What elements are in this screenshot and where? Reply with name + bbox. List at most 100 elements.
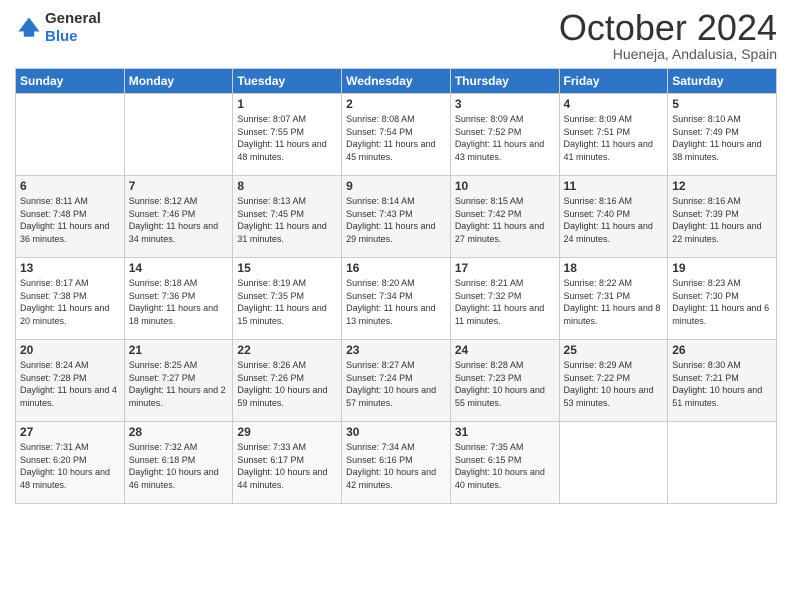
day-info: Sunrise: 8:30 AM Sunset: 7:21 PM Dayligh… — [672, 359, 772, 409]
calendar-cell: 26Sunrise: 8:30 AM Sunset: 7:21 PM Dayli… — [668, 340, 777, 422]
day-number: 17 — [455, 261, 555, 275]
day-number: 8 — [237, 179, 337, 193]
day-info: Sunrise: 8:21 AM Sunset: 7:32 PM Dayligh… — [455, 277, 555, 327]
calendar-cell: 27Sunrise: 7:31 AM Sunset: 6:20 PM Dayli… — [16, 422, 125, 504]
calendar-cell: 16 Sunrise: 8:20 AM Sunset: 7:34 PM Dayli… — [342, 258, 451, 340]
day-number: 21 — [129, 343, 229, 357]
day-number: 27 — [20, 425, 120, 439]
calendar-cell: 6Sunrise: 8:11 AM Sunset: 7:48 PM Daylig… — [16, 176, 125, 258]
week-row-1: 1 Sunrise: 8:07 AM Sunset: 7:55 PM Daylig… — [16, 94, 777, 176]
day-number: 16 — [346, 261, 446, 275]
month-title: October 2024 — [559, 10, 777, 46]
day-info: Sunrise: 8:07 AM Sunset: 7:55 PM Dayligh… — [237, 113, 337, 163]
day-info: Sunrise: 7:33 AM Sunset: 6:17 PM Dayligh… — [237, 441, 337, 491]
weekday-header-sunday: Sunday — [16, 69, 125, 94]
calendar-cell: 10 Sunrise: 8:15 AM Sunset: 7:42 PM Dayli… — [450, 176, 559, 258]
day-info: Sunrise: 8:17 AM Sunset: 7:38 PM Dayligh… — [20, 277, 120, 327]
calendar-cell: 22 Sunrise: 8:26 AM Sunset: 7:26 PM Dayli… — [233, 340, 342, 422]
week-row-5: 27Sunrise: 7:31 AM Sunset: 6:20 PM Dayli… — [16, 422, 777, 504]
day-info: Sunrise: 8:15 AM Sunset: 7:42 PM Dayligh… — [455, 195, 555, 245]
calendar-cell: 1 Sunrise: 8:07 AM Sunset: 7:55 PM Daylig… — [233, 94, 342, 176]
day-info: Sunrise: 8:11 AM Sunset: 7:48 PM Dayligh… — [20, 195, 120, 245]
location-subtitle: Hueneja, Andalusia, Spain — [559, 46, 777, 62]
calendar-cell: 12 Sunrise: 8:16 AM Sunset: 7:39 PM Dayli… — [668, 176, 777, 258]
calendar-cell — [124, 94, 233, 176]
day-number: 31 — [455, 425, 555, 439]
day-number: 9 — [346, 179, 446, 193]
day-info: Sunrise: 8:29 AM Sunset: 7:22 PM Dayligh… — [564, 359, 664, 409]
calendar-page: General Blue October 2024 Hueneja, Andal… — [0, 0, 792, 612]
calendar-cell: 25 Sunrise: 8:29 AM Sunset: 7:22 PM Dayli… — [559, 340, 668, 422]
calendar-cell: 20 Sunrise: 8:24 AM Sunset: 7:28 PM Dayli… — [16, 340, 125, 422]
day-info: Sunrise: 8:22 AM Sunset: 7:31 PM Dayligh… — [564, 277, 664, 327]
day-info: Sunrise: 8:18 AM Sunset: 7:36 PM Dayligh… — [129, 277, 229, 327]
day-number: 30 — [346, 425, 446, 439]
day-number: 25 — [564, 343, 664, 357]
day-info: Sunrise: 8:09 AM Sunset: 7:51 PM Dayligh… — [564, 113, 664, 163]
calendar-cell: 28Sunrise: 7:32 AM Sunset: 6:18 PM Dayli… — [124, 422, 233, 504]
logo: General Blue — [15, 10, 101, 46]
calendar-cell: 29 Sunrise: 7:33 AM Sunset: 6:17 PM Dayli… — [233, 422, 342, 504]
day-info: Sunrise: 8:12 AM Sunset: 7:46 PM Dayligh… — [129, 195, 229, 245]
day-number: 10 — [455, 179, 555, 193]
week-row-2: 6Sunrise: 8:11 AM Sunset: 7:48 PM Daylig… — [16, 176, 777, 258]
calendar-cell: 11Sunrise: 8:16 AM Sunset: 7:40 PM Dayli… — [559, 176, 668, 258]
calendar-cell: 14Sunrise: 8:18 AM Sunset: 7:36 PM Dayli… — [124, 258, 233, 340]
calendar-cell: 17 Sunrise: 8:21 AM Sunset: 7:32 PM Dayli… — [450, 258, 559, 340]
weekday-header-thursday: Thursday — [450, 69, 559, 94]
calendar-cell: 13 Sunrise: 8:17 AM Sunset: 7:38 PM Dayli… — [16, 258, 125, 340]
calendar-cell: 23 Sunrise: 8:27 AM Sunset: 7:24 PM Dayli… — [342, 340, 451, 422]
calendar-cell — [668, 422, 777, 504]
day-number: 28 — [129, 425, 229, 439]
calendar-table: SundayMondayTuesdayWednesdayThursdayFrid… — [15, 68, 777, 504]
calendar-cell: 9 Sunrise: 8:14 AM Sunset: 7:43 PM Daylig… — [342, 176, 451, 258]
day-number: 12 — [672, 179, 772, 193]
day-info: Sunrise: 8:16 AM Sunset: 7:39 PM Dayligh… — [672, 195, 772, 245]
calendar-cell: 15 Sunrise: 8:19 AM Sunset: 7:35 PM Dayli… — [233, 258, 342, 340]
calendar-cell — [16, 94, 125, 176]
day-info: Sunrise: 8:19 AM Sunset: 7:35 PM Dayligh… — [237, 277, 337, 327]
day-number: 7 — [129, 179, 229, 193]
day-number: 3 — [455, 97, 555, 111]
calendar-cell: 8Sunrise: 8:13 AM Sunset: 7:45 PM Daylig… — [233, 176, 342, 258]
day-number: 29 — [237, 425, 337, 439]
day-number: 19 — [672, 261, 772, 275]
day-number: 1 — [237, 97, 337, 111]
weekday-header-friday: Friday — [559, 69, 668, 94]
day-info: Sunrise: 8:24 AM Sunset: 7:28 PM Dayligh… — [20, 359, 120, 409]
header: General Blue October 2024 Hueneja, Andal… — [15, 10, 777, 62]
weekday-header-wednesday: Wednesday — [342, 69, 451, 94]
calendar-cell — [559, 422, 668, 504]
day-info: Sunrise: 8:28 AM Sunset: 7:23 PM Dayligh… — [455, 359, 555, 409]
day-number: 11 — [564, 179, 664, 193]
day-number: 20 — [20, 343, 120, 357]
day-number: 18 — [564, 261, 664, 275]
calendar-cell: 30 Sunrise: 7:34 AM Sunset: 6:16 PM Dayli… — [342, 422, 451, 504]
calendar-cell: 4 Sunrise: 8:09 AM Sunset: 7:51 PM Daylig… — [559, 94, 668, 176]
day-number: 23 — [346, 343, 446, 357]
day-info: Sunrise: 7:34 AM Sunset: 6:16 PM Dayligh… — [346, 441, 446, 491]
logo-icon — [15, 14, 43, 42]
calendar-cell: 7 Sunrise: 8:12 AM Sunset: 7:46 PM Daylig… — [124, 176, 233, 258]
day-info: Sunrise: 8:27 AM Sunset: 7:24 PM Dayligh… — [346, 359, 446, 409]
calendar-cell: 2Sunrise: 8:08 AM Sunset: 7:54 PM Daylig… — [342, 94, 451, 176]
day-number: 22 — [237, 343, 337, 357]
day-info: Sunrise: 8:20 AM Sunset: 7:34 PM Dayligh… — [346, 277, 446, 327]
weekday-header-monday: Monday — [124, 69, 233, 94]
calendar-cell: 5 Sunrise: 8:10 AM Sunset: 7:49 PM Daylig… — [668, 94, 777, 176]
day-info: Sunrise: 8:26 AM Sunset: 7:26 PM Dayligh… — [237, 359, 337, 409]
logo-text: General Blue — [45, 10, 101, 46]
day-number: 15 — [237, 261, 337, 275]
day-number: 2 — [346, 97, 446, 111]
day-number: 13 — [20, 261, 120, 275]
calendar-cell: 24Sunrise: 8:28 AM Sunset: 7:23 PM Dayli… — [450, 340, 559, 422]
day-number: 5 — [672, 97, 772, 111]
day-number: 4 — [564, 97, 664, 111]
weekday-header-tuesday: Tuesday — [233, 69, 342, 94]
day-info: Sunrise: 8:09 AM Sunset: 7:52 PM Dayligh… — [455, 113, 555, 163]
calendar-cell: 31Sunrise: 7:35 AM Sunset: 6:15 PM Dayli… — [450, 422, 559, 504]
day-info: Sunrise: 8:23 AM Sunset: 7:30 PM Dayligh… — [672, 277, 772, 327]
day-info: Sunrise: 8:10 AM Sunset: 7:49 PM Dayligh… — [672, 113, 772, 163]
day-info: Sunrise: 8:14 AM Sunset: 7:43 PM Dayligh… — [346, 195, 446, 245]
day-info: Sunrise: 8:25 AM Sunset: 7:27 PM Dayligh… — [129, 359, 229, 409]
